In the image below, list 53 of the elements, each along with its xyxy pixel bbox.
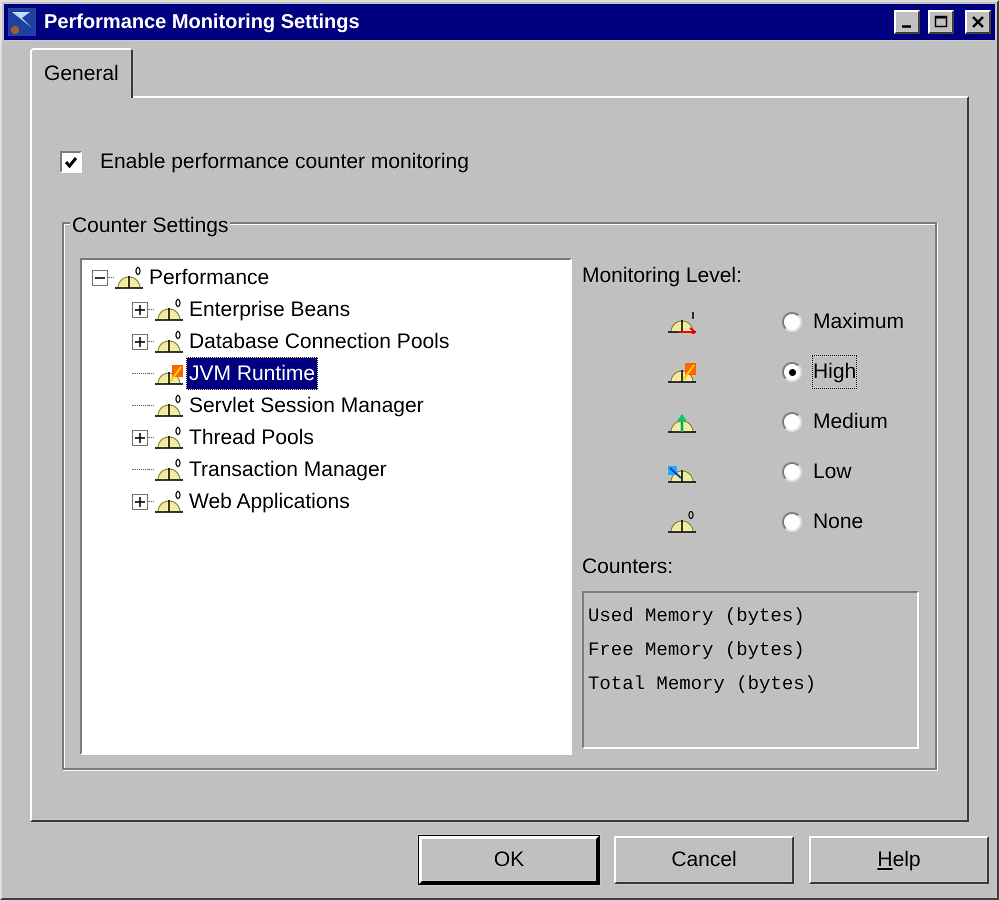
checkbox-label: Enable performance counter monitoring (100, 149, 469, 175)
zero-gauge-icon (154, 330, 184, 354)
expand-icon[interactable] (132, 494, 148, 510)
window-title: Performance Monitoring Settings (44, 10, 361, 35)
monitoring-level-label: Monitoring Level: (582, 262, 743, 288)
tree-item[interactable]: Servlet Session Manager (186, 388, 427, 422)
high-gauge-icon (667, 360, 697, 384)
zero-gauge-icon (667, 510, 697, 534)
zero-gauge-icon (154, 298, 184, 322)
radio-button[interactable] (782, 412, 802, 432)
expand-icon[interactable] (132, 302, 148, 318)
zero-gauge-icon (114, 266, 144, 290)
tree-item[interactable]: Performance (146, 260, 272, 294)
tree-item[interactable]: Database Connection Pools (186, 324, 452, 358)
close-icon (971, 15, 985, 29)
maximize-button[interactable] (928, 10, 954, 34)
close-button[interactable] (965, 10, 991, 34)
radio-label: Low (812, 459, 853, 486)
check-icon (64, 154, 78, 169)
radio-button[interactable] (782, 312, 802, 332)
tree-item[interactable]: Thread Pools (186, 420, 317, 454)
radio-label: High (812, 355, 858, 389)
tree-item[interactable]: Enterprise Beans (186, 292, 354, 326)
collapse-icon[interactable] (92, 270, 108, 286)
expand-icon[interactable] (132, 334, 148, 350)
tree-item[interactable]: Web Applications (186, 484, 353, 518)
counters-label: Counters: (582, 554, 674, 580)
checkbox[interactable] (60, 150, 82, 173)
dialog-button[interactable]: Help (809, 836, 989, 884)
zero-gauge-icon (154, 426, 184, 450)
minimize-button[interactable] (894, 10, 920, 34)
tree-item[interactable]: Transaction Manager (186, 452, 390, 486)
radio-label: Medium (812, 409, 889, 436)
maximum-gauge-icon (667, 310, 697, 334)
maximize-icon (934, 15, 948, 29)
radio-button[interactable] (782, 362, 802, 382)
minimize-icon (900, 25, 914, 28)
radio-button[interactable] (782, 512, 802, 532)
app-icon (8, 8, 36, 36)
dialog-button[interactable]: OK (419, 836, 599, 884)
expand-icon[interactable] (132, 430, 148, 446)
radio-label: Maximum (812, 309, 906, 336)
radio-label: None (812, 509, 864, 536)
zero-gauge-icon (154, 394, 184, 418)
counter-item[interactable]: Total Memory (bytes) (588, 666, 913, 700)
dialog-button[interactable]: Cancel (614, 836, 794, 884)
tree-item[interactable]: JVM Runtime (186, 356, 318, 390)
zero-gauge-icon (154, 458, 184, 482)
zero-gauge-icon (154, 490, 184, 514)
tab[interactable]: General (30, 48, 133, 98)
counter-item[interactable]: Free Memory (bytes) (588, 632, 913, 666)
radio-button[interactable] (782, 462, 802, 482)
counter-item[interactable]: Used Memory (bytes) (588, 598, 913, 632)
